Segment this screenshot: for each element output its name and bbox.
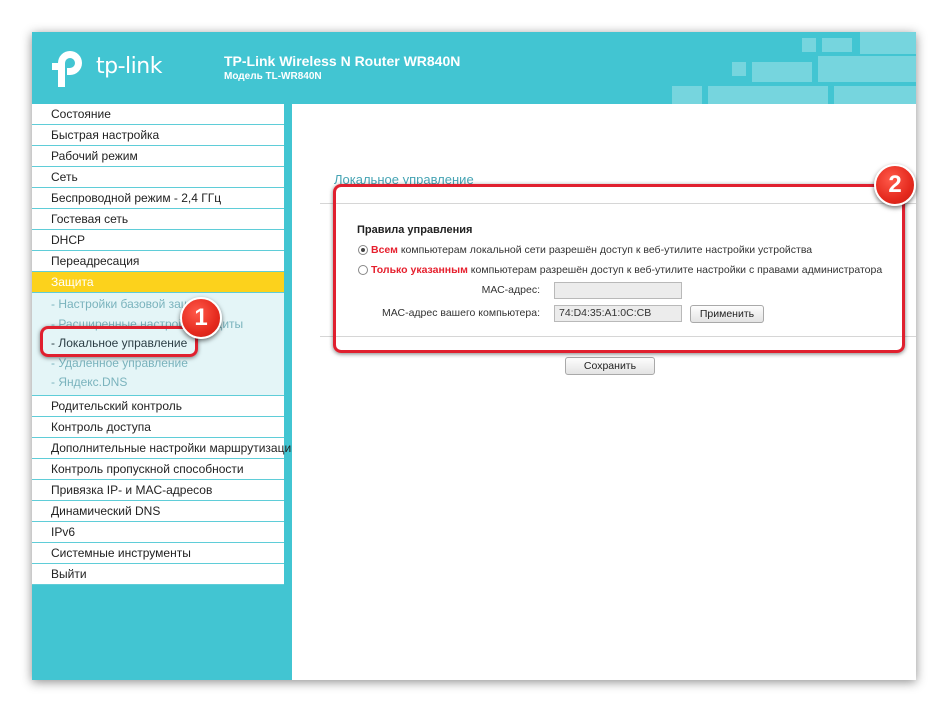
subitem-basic-security[interactable]: - Настройки базовой защиты [32,295,284,315]
sidebar-item-dynamic-dns[interactable]: Динамический DNS [32,500,284,522]
sidebar-item-status[interactable]: Состояние [32,104,284,125]
sidebar-item-operation-mode[interactable]: Рабочий режим [32,146,284,167]
header: tp-link TP-Link Wireless N Router WR840N… [32,32,916,104]
router-model: Модель TL-WR840N [224,71,322,82]
sidebar-item-ip-mac-binding[interactable]: Привязка IP- и MAC-адресов [32,479,284,501]
subitem-yandex-dns[interactable]: - Яндекс.DNS [32,373,284,393]
sidebar-item-dhcp[interactable]: DHCP [32,230,284,251]
sidebar-item-ipv6[interactable]: IPv6 [32,521,284,543]
sidebar-item-quick-setup[interactable]: Быстрая настройка [32,125,284,146]
highlight-local-management [40,326,198,357]
sidebar: Состояние Быстрая настройка Рабочий режи… [32,104,298,680]
sidebar-item-security[interactable]: Защита [32,272,284,293]
sidebar-item-wireless[interactable]: Беспроводной режим - 2,4 ГГц [32,188,284,209]
logo-text: tp-link [96,54,162,79]
sidebar-item-bandwidth-control[interactable]: Контроль пропускной способности [32,458,284,480]
tp-link-logo: tp-link [50,49,190,89]
sidebar-item-guest-network[interactable]: Гостевая сеть [32,209,284,230]
sidebar-item-system-tools[interactable]: Системные инструменты [32,542,284,564]
step-badge-2: 2 [874,164,916,206]
tp-link-logo-icon [52,51,82,87]
sidebar-item-advanced-routing[interactable]: Дополнительные настройки маршрутизации [32,437,298,459]
step-badge-1: 1 [180,297,222,339]
sidebar-item-parental-control[interactable]: Родительский контроль [32,395,284,417]
highlight-rules-section [333,184,905,353]
router-title: TP-Link Wireless N Router WR840N [224,53,461,69]
sidebar-item-access-control[interactable]: Контроль доступа [32,416,284,438]
sidebar-item-network[interactable]: Сеть [32,167,284,188]
save-button[interactable]: Сохранить [565,357,655,375]
sidebar-item-forwarding[interactable]: Переадресация [32,251,284,272]
sidebar-item-logout[interactable]: Выйти [32,563,284,585]
